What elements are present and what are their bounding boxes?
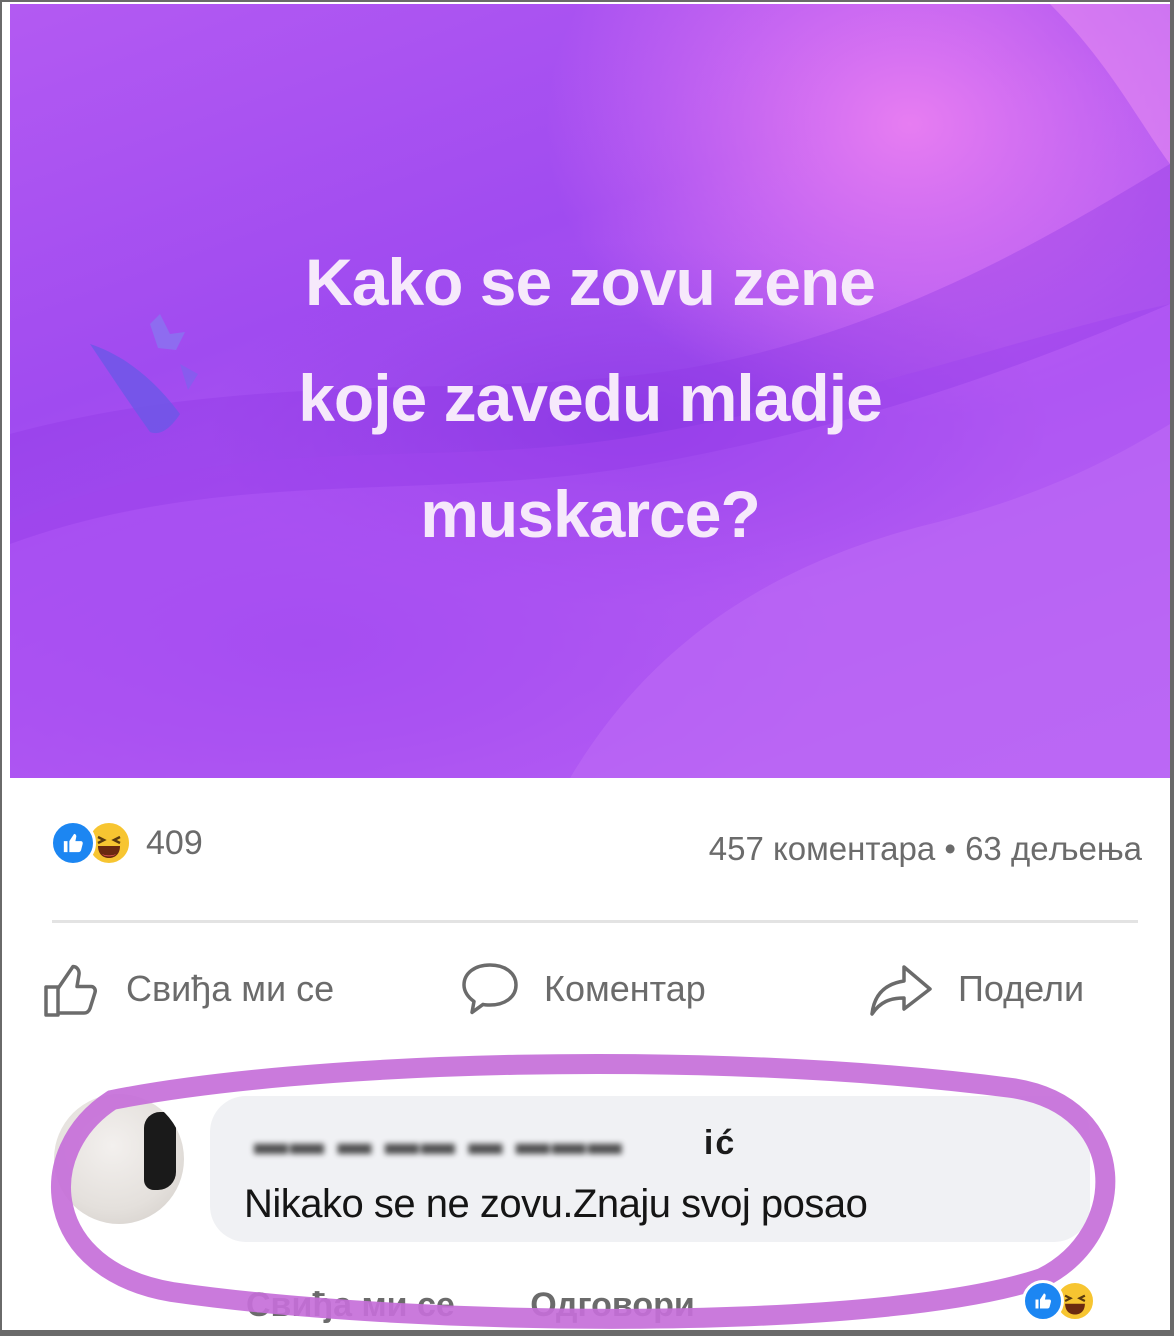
comment-bubble[interactable]: ▬▬ ▬ ▬▬ ▬ ▬▬▬ ić Nikako se ne zovu.Znaju… xyxy=(210,1096,1090,1242)
like-button[interactable]: Свиђа ми се xyxy=(40,957,334,1021)
comment-like-button[interactable]: Свиђа ми се xyxy=(246,1286,455,1324)
reaction-count: 409 xyxy=(146,823,203,862)
screenshot-frame: Kako se zovu zene koje zavedu mladje mus… xyxy=(0,0,1174,1336)
share-button[interactable]: Подели xyxy=(868,957,1084,1021)
share-arrow-icon xyxy=(870,965,932,1016)
avatar-hair xyxy=(144,1112,176,1190)
share-label: Подели xyxy=(958,968,1085,1009)
comment-reactions[interactable] xyxy=(1022,1280,1096,1322)
post-line-1: Kako se zovu zene xyxy=(305,245,876,319)
like-icon xyxy=(50,820,96,866)
post-actions: Свиђа ми се Коментар Подели xyxy=(40,957,1140,1037)
like-icon xyxy=(1022,1280,1064,1322)
comment-text: Nikako se ne zovu.Znaju svoj posao xyxy=(244,1182,868,1226)
comment-actions: Свиђа ми се Одговори xyxy=(246,1286,695,1325)
like-label: Свиђа ми се xyxy=(126,968,335,1009)
avatar[interactable] xyxy=(54,1094,184,1224)
author-name-visible: ić xyxy=(703,1124,737,1162)
reactions-summary[interactable]: 409 xyxy=(50,820,203,866)
post-text: Kako se zovu zene koje zavedu mladje mus… xyxy=(10,224,1170,572)
comment-label: Коментар xyxy=(544,968,706,1009)
comment-button[interactable]: Коментар xyxy=(458,957,706,1021)
comment-author[interactable]: ▬▬ ▬ ▬▬ ▬ ▬▬▬ ić xyxy=(254,1124,736,1163)
post-line-2: koje zavedu mladje xyxy=(298,361,883,435)
post-line-3: muskarce? xyxy=(420,477,761,551)
thumbs-up-icon xyxy=(44,964,97,1017)
divider xyxy=(52,920,1138,923)
comment-bubble-icon xyxy=(462,963,518,1015)
author-name-redacted: ▬▬ ▬ ▬▬ ▬ ▬▬▬ xyxy=(254,1124,693,1162)
post-stats: 409 457 коментара • 63 дељења xyxy=(50,820,1146,880)
comment-reply-button[interactable]: Одговори xyxy=(530,1286,695,1324)
post-image[interactable]: Kako se zovu zene koje zavedu mladje mus… xyxy=(10,4,1170,778)
comments-shares-count[interactable]: 457 коментара • 63 дељења xyxy=(709,830,1142,868)
